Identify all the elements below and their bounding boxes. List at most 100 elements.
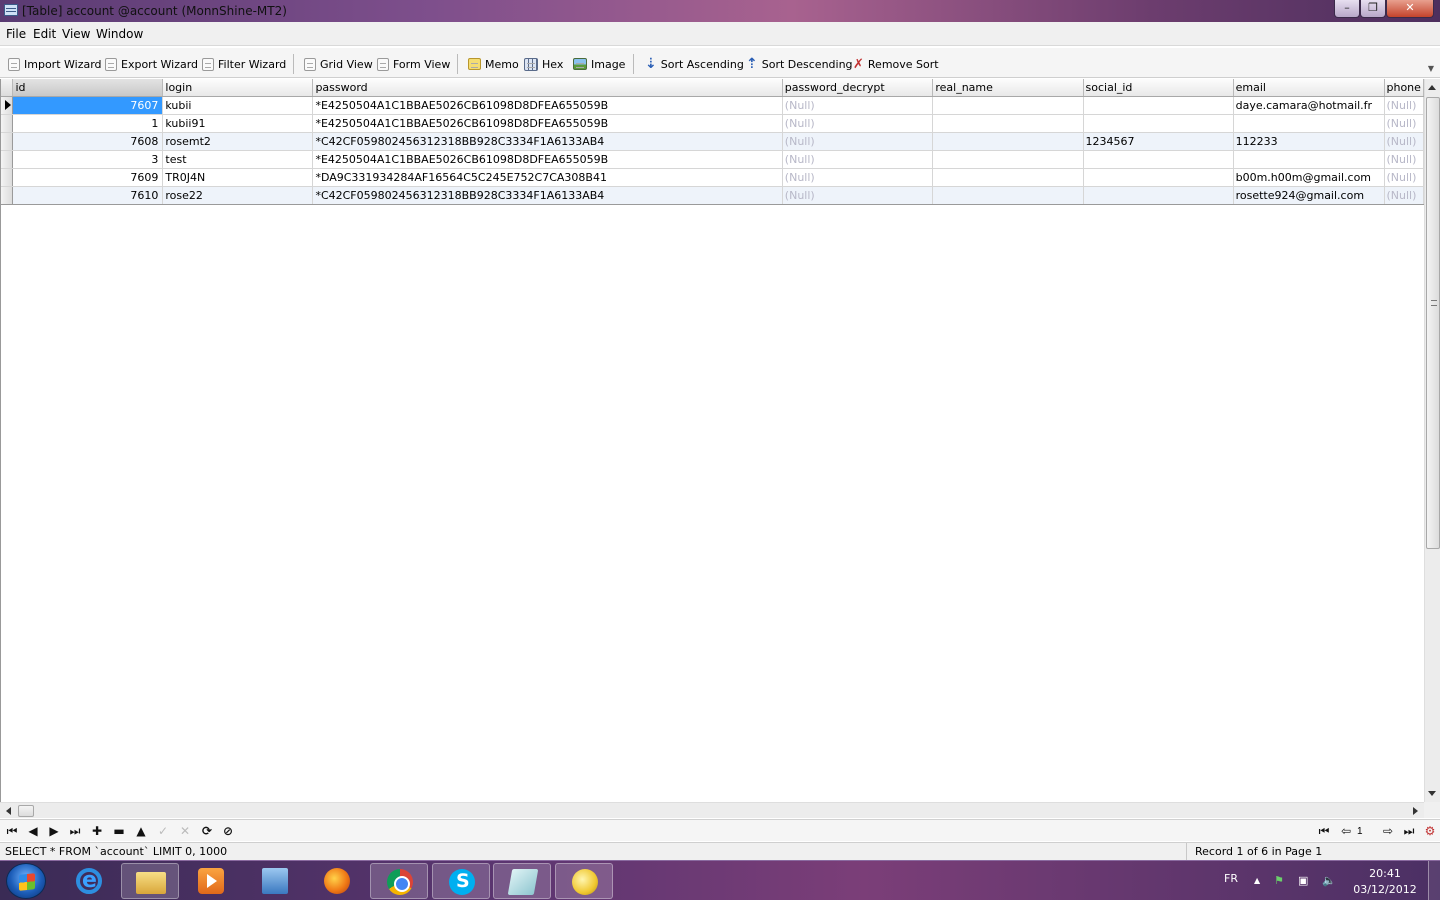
cell-login[interactable]: test (162, 150, 314, 169)
previous-page-icon[interactable]: ⇦ (1338, 824, 1354, 838)
scroll-down-icon[interactable] (1428, 791, 1436, 796)
cell-id[interactable]: 3 (12, 150, 164, 169)
cell-social-id[interactable] (1083, 96, 1234, 115)
taskbar-network-tool[interactable] (246, 863, 304, 899)
column-header-phone[interactable]: phone (1384, 79, 1424, 97)
row-indicator[interactable] (1, 186, 14, 205)
page-number-input[interactable] (1354, 824, 1378, 839)
taskbar-firefox[interactable] (308, 863, 366, 899)
edit-record-icon[interactable]: ▲ (133, 824, 149, 838)
import-wizard-button[interactable]: Import Wizard (8, 55, 102, 73)
cell-password[interactable]: *DA9C331934284AF16564C5C245E752C7CA308B4… (312, 168, 783, 187)
cell-email[interactable]: 112233 (1233, 132, 1385, 151)
column-header-social-id[interactable]: social_id (1083, 79, 1234, 97)
taskbar-internet-explorer[interactable] (60, 863, 118, 899)
cell-real-name[interactable] (932, 114, 1084, 133)
page-settings-icon[interactable]: ⚙ (1422, 824, 1438, 838)
cell-password-decrypt[interactable]: (Null) (782, 150, 934, 169)
row-indicator[interactable] (1, 168, 14, 187)
sort-ascending-button[interactable]: ⇣ Sort Ascending (645, 55, 744, 73)
taskbar-navicat[interactable] (555, 863, 613, 899)
taskbar-file-explorer[interactable] (121, 863, 179, 899)
memo-button[interactable]: Memo (468, 55, 519, 73)
cell-id[interactable]: 7610 (12, 186, 164, 205)
cell-real-name[interactable] (932, 186, 1084, 205)
cell-social-id[interactable]: 1234567 (1083, 132, 1234, 151)
last-page-icon[interactable]: ⏭ (1401, 824, 1417, 838)
sort-descending-button[interactable]: ⇡ Sort Descending (746, 55, 853, 73)
cell-real-name[interactable] (932, 132, 1084, 151)
scroll-left-icon[interactable] (6, 807, 11, 815)
cell-password-decrypt[interactable]: (Null) (782, 96, 934, 115)
vertical-scrollbar[interactable] (1424, 79, 1440, 802)
cell-id[interactable]: 7608 (12, 132, 164, 151)
cell-email[interactable] (1233, 150, 1385, 169)
column-header-password[interactable]: password (312, 79, 783, 97)
scroll-right-icon[interactable] (1413, 807, 1418, 815)
column-header-id[interactable]: id (12, 79, 164, 97)
cell-social-id[interactable] (1083, 186, 1234, 205)
menu-window[interactable]: Window (96, 27, 143, 41)
previous-record-icon[interactable]: ◀ (25, 824, 41, 838)
add-record-icon[interactable]: ✚ (89, 824, 105, 838)
cell-password[interactable]: *E4250504A1C1BBAE5026CB61098D8DFEA655059… (312, 96, 783, 115)
cell-email[interactable]: rosette924@gmail.com (1233, 186, 1385, 205)
toolbar-overflow-icon[interactable]: ▼ (1428, 64, 1434, 73)
minimize-button[interactable]: – (1334, 0, 1360, 18)
cell-phone[interactable]: (Null) (1384, 96, 1424, 115)
cell-phone[interactable]: (Null) (1384, 132, 1424, 151)
cell-phone[interactable]: (Null) (1384, 114, 1424, 133)
cell-phone[interactable]: (Null) (1384, 186, 1424, 205)
cell-password-decrypt[interactable]: (Null) (782, 132, 934, 151)
horizontal-scrollbar[interactable] (0, 802, 1424, 818)
cell-login[interactable]: kubii (162, 96, 314, 115)
hex-button[interactable]: Hex (524, 55, 563, 73)
cell-id[interactable]: 7609 (12, 168, 164, 187)
row-indicator[interactable] (1, 150, 14, 169)
cell-phone[interactable]: (Null) (1384, 168, 1424, 187)
delete-record-icon[interactable]: ▬ (111, 824, 127, 838)
cell-password-decrypt[interactable]: (Null) (782, 114, 934, 133)
menu-edit[interactable]: Edit (33, 27, 56, 41)
cell-password-decrypt[interactable]: (Null) (782, 168, 934, 187)
vertical-scroll-thumb[interactable] (1426, 97, 1440, 549)
cell-login[interactable]: kubii91 (162, 114, 314, 133)
table-row[interactable]: 7608 rosemt2 *C42CF059802456312318BB928C… (1, 132, 1424, 151)
action-center-icon[interactable]: ⚑ (1274, 874, 1284, 887)
taskbar-skype[interactable] (432, 863, 490, 899)
cell-social-id[interactable] (1083, 150, 1234, 169)
remove-sort-button[interactable]: ✗ Remove Sort (853, 55, 939, 73)
network-status-icon[interactable]: ▣ (1298, 874, 1308, 887)
table-row[interactable]: 7607 kubii *E4250504A1C1BBAE5026CB61098D… (1, 96, 1424, 115)
cell-login[interactable]: TR0J4N (162, 168, 314, 187)
close-button[interactable]: ✕ (1386, 0, 1434, 18)
image-button[interactable]: Image (573, 55, 625, 73)
table-row[interactable]: 7610 rose22 *C42CF059802456312318BB928C3… (1, 186, 1424, 205)
cell-password[interactable]: *E4250504A1C1BBAE5026CB61098D8DFEA655059… (312, 150, 783, 169)
show-hidden-icons-icon[interactable]: ▲ (1254, 876, 1260, 885)
volume-icon[interactable]: 🔈 (1322, 874, 1336, 887)
first-page-icon[interactable]: ⏮ (1316, 824, 1332, 838)
stop-icon[interactable]: ⊘ (220, 824, 236, 838)
discard-changes-icon[interactable]: ✕ (177, 824, 193, 838)
clock[interactable]: 20:41 03/12/2012 (1348, 866, 1422, 898)
cell-real-name[interactable] (932, 168, 1084, 187)
menu-file[interactable]: File (6, 27, 26, 41)
column-header-password-decrypt[interactable]: password_decrypt (782, 79, 934, 97)
apply-changes-icon[interactable]: ✓ (155, 824, 171, 838)
cell-email[interactable]: daye.camara@hotmail.fr (1233, 96, 1385, 115)
grid-view-button[interactable]: Grid View (304, 55, 373, 73)
cell-email[interactable] (1233, 114, 1385, 133)
cell-password[interactable]: *C42CF059802456312318BB928C3334F1A6133AB… (312, 132, 783, 151)
cell-password[interactable]: *E4250504A1C1BBAE5026CB61098D8DFEA655059… (312, 114, 783, 133)
table-row[interactable]: 1 kubii91 *E4250504A1C1BBAE5026CB61098D8… (1, 114, 1424, 133)
cell-login[interactable]: rose22 (162, 186, 314, 205)
cell-login[interactable]: rosemt2 (162, 132, 314, 151)
filter-wizard-button[interactable]: Filter Wizard (202, 55, 286, 73)
cell-real-name[interactable] (932, 96, 1084, 115)
last-record-icon[interactable]: ⏭ (67, 824, 83, 838)
form-view-button[interactable]: Form View (377, 55, 450, 73)
taskbar-media-player[interactable] (182, 863, 240, 899)
table-row[interactable]: 3 test *E4250504A1C1BBAE5026CB61098D8DFE… (1, 150, 1424, 169)
column-header-email[interactable]: email (1233, 79, 1385, 97)
